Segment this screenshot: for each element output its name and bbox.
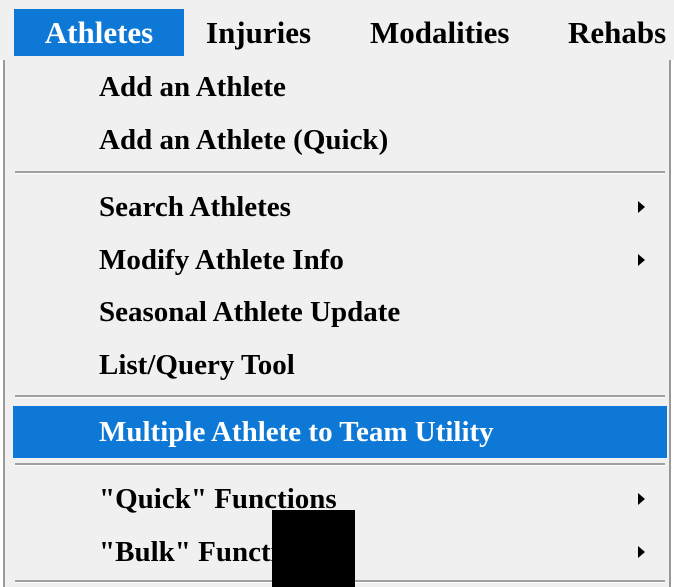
menu-modalities[interactable]: Modalities [370,9,510,56]
menu-item-seasonal-athlete-update[interactable]: Seasonal Athlete Update [15,289,663,335]
menu-item-modify-athlete-info[interactable]: Modify Athlete Info [15,237,663,283]
menu-athletes[interactable]: Athletes [14,9,184,56]
menu-item-label: List/Query Tool [99,349,295,381]
submenu-arrow-icon [638,493,645,505]
menu-item-label: Multiple Athlete to Team Utility [99,416,494,448]
menu-item-search-athletes[interactable]: Search Athletes [15,184,663,230]
submenu-arrow-icon [638,546,645,558]
menu-item-label: Seasonal Athlete Update [99,296,401,328]
athletes-dropdown-menu: Add an Athlete Add an Athlete (Quick) Se… [3,60,671,587]
submenu-arrow-icon [638,201,645,213]
menu-item-label: Add an Athlete (Quick) [99,124,389,156]
submenu-arrow-icon [638,254,645,266]
menu-item-label: Modify Athlete Info [99,244,344,276]
menu-item-add-athlete[interactable]: Add an Athlete [15,64,663,110]
menu-separator [15,463,665,466]
menu-item-list-query-tool[interactable]: List/Query Tool [15,342,663,388]
menu-item-multiple-athlete-to-team[interactable]: Multiple Athlete to Team Utility [13,406,667,458]
menu-bar: Athletes Injuries Modalities Rehabs [0,0,674,60]
menu-item-label: Search Athletes [99,191,291,223]
menu-separator [15,171,665,174]
menu-item-label: Add an Athlete [99,71,286,103]
redaction-box [272,510,355,587]
menu-item-add-athlete-quick[interactable]: Add an Athlete (Quick) [15,117,663,163]
menu-injuries[interactable]: Injuries [206,9,311,56]
menu-rehabs[interactable]: Rehabs [568,9,666,56]
menu-separator [15,395,665,398]
